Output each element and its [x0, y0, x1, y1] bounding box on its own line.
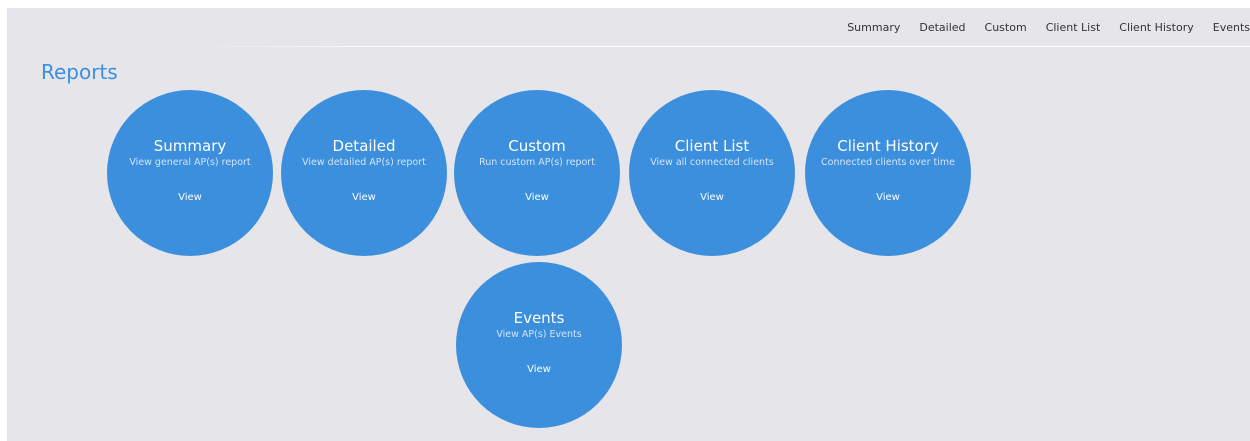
events-card-description: View AP(s) Events	[496, 329, 582, 340]
custom-card-description: Run custom AP(s) report	[479, 157, 595, 168]
client-history-view-link[interactable]: View	[805, 192, 971, 204]
top-nav: Summary Detailed Custom Client List Clie…	[828, 21, 1250, 39]
custom-view-link[interactable]: View	[454, 192, 620, 204]
nav-events[interactable]: Events	[1213, 21, 1250, 39]
detailed-view-link[interactable]: View	[281, 192, 447, 204]
summary-card[interactable]: Summary View general AP(s) report View	[107, 90, 273, 256]
nav-detailed[interactable]: Detailed	[919, 21, 965, 39]
client-list-card[interactable]: Client List View all connected clients V…	[629, 90, 795, 256]
client-history-card[interactable]: Client History Connected clients over ti…	[805, 90, 971, 256]
nav-client-list[interactable]: Client List	[1046, 21, 1101, 39]
client-list-card-description: View all connected clients	[650, 157, 774, 168]
client-history-card-description: Connected clients over time	[821, 157, 955, 168]
custom-card[interactable]: Custom Run custom AP(s) report View	[454, 90, 620, 256]
events-card-title: Events	[513, 309, 565, 327]
detailed-card[interactable]: Detailed View detailed AP(s) report View	[281, 90, 447, 256]
events-card[interactable]: Events View AP(s) Events View	[456, 262, 622, 428]
client-list-card-title: Client List	[674, 137, 750, 155]
nav-divider	[182, 46, 1250, 47]
detailed-card-description: View detailed AP(s) report	[302, 157, 426, 168]
nav-summary[interactable]: Summary	[847, 21, 900, 39]
client-list-view-link[interactable]: View	[629, 192, 795, 204]
client-history-card-title: Client History	[837, 137, 939, 155]
events-view-link[interactable]: View	[456, 364, 622, 376]
custom-card-title: Custom	[508, 137, 566, 155]
page-title: Reports	[41, 60, 118, 84]
summary-card-title: Summary	[153, 137, 227, 155]
detailed-card-title: Detailed	[332, 137, 396, 155]
nav-client-history[interactable]: Client History	[1119, 21, 1193, 39]
summary-view-link[interactable]: View	[107, 192, 273, 204]
nav-custom[interactable]: Custom	[985, 21, 1027, 39]
summary-card-description: View general AP(s) report	[129, 157, 251, 168]
reports-page: Summary Detailed Custom Client List Clie…	[7, 8, 1250, 441]
